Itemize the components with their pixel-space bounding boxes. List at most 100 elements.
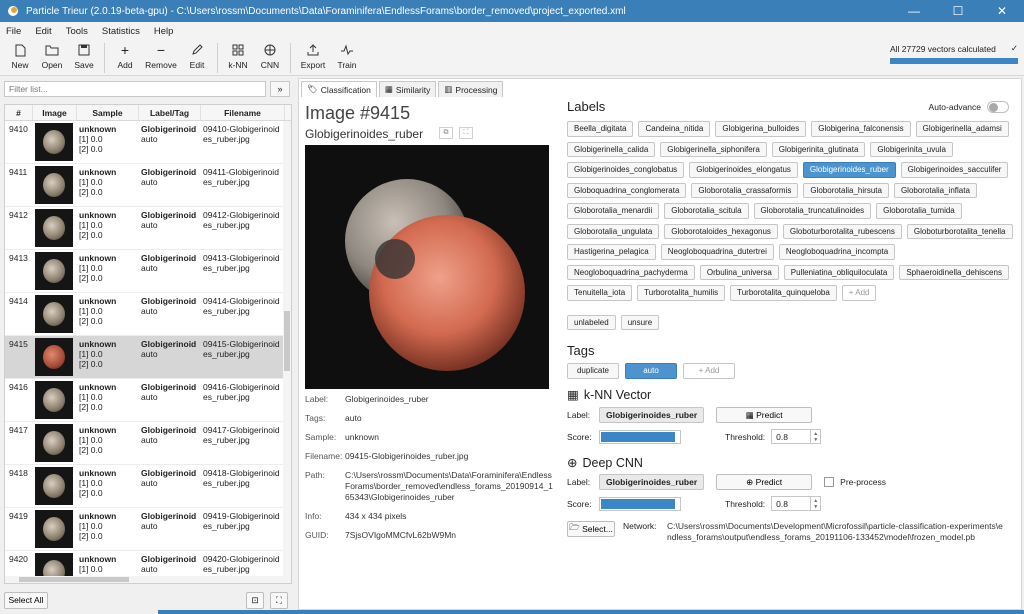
collapse-icon[interactable]: ⊡ <box>246 591 264 609</box>
label-chip[interactable]: Globigerinella_siphonifera <box>660 141 767 157</box>
tab-classification[interactable]: 🏷 Classification <box>301 81 377 97</box>
spinner-arrows-icon[interactable]: ▲ ▼ <box>810 430 820 443</box>
label-chip[interactable]: Globigerina_falconensis <box>811 121 911 137</box>
table-row[interactable]: 9418 unknown [1] 0.0 [2] 0.0 Globigerinoid… <box>5 465 291 508</box>
fullscreen-icon[interactable]: ⛶ <box>459 127 473 139</box>
table-row[interactable]: 9416 unknown [1] 0.0 [2] 0.0 Globigerinoid… <box>5 379 291 422</box>
label-chip[interactable]: Pulleniatina_obliquiloculata <box>783 264 895 280</box>
table-row[interactable]: 9412 unknown [1] 0.0 [2] 0.0 Globigerinoid… <box>5 207 291 250</box>
label-chip[interactable]: Neogloboquadrina_pachyderma <box>567 264 695 280</box>
label-chip-unsure[interactable]: unsure <box>620 314 660 330</box>
label-chip[interactable]: Globorotalia_truncatulinoides <box>753 203 872 219</box>
open-button[interactable]: Open <box>36 43 68 70</box>
label-chip[interactable]: Neogloboquadrina_incompta <box>778 244 896 260</box>
preprocess-checkbox[interactable] <box>824 477 835 487</box>
menu-tools[interactable]: Tools <box>66 26 88 37</box>
train-button[interactable]: Train <box>331 43 363 70</box>
label-chip[interactable]: Neogloboquadrina_dutertrei <box>660 244 774 260</box>
table-row[interactable]: 9413 unknown [1] 0.0 [2] 0.0 Globigerinoid… <box>5 250 291 293</box>
label-chip[interactable]: Globigerinoides_ruber <box>802 162 896 178</box>
table-row[interactable]: 9411 unknown [1] 0.0 [2] 0.0 Globigerinoid… <box>5 164 291 207</box>
label-chip[interactable]: Candeina_nitida <box>638 121 711 137</box>
label-chip[interactable]: Globorotalia_crassaformis <box>691 182 799 198</box>
row-label-tag: Globigerinoid auto <box>141 339 197 359</box>
filter-input[interactable] <box>4 81 266 97</box>
select-all-button[interactable]: Select All <box>4 591 48 609</box>
table-row[interactable]: 9417 unknown [1] 0.0 [2] 0.0 Globigerinoid… <box>5 422 291 465</box>
export-button[interactable]: Export <box>295 43 331 70</box>
minimize-button[interactable]: — <box>892 0 936 22</box>
label-chip[interactable]: Globorotalia_ungulata <box>567 223 660 239</box>
add-button[interactable]: + Add <box>109 42 141 70</box>
label-chip[interactable]: Globorotalia_scitula <box>664 203 749 219</box>
header-filename[interactable]: Filename <box>201 105 285 120</box>
save-button[interactable]: Save <box>68 43 100 70</box>
label-chip[interactable]: Globorotalia_hirsuta <box>803 182 889 198</box>
label-chip[interactable]: Globoturborotalita_rubescens <box>782 223 902 239</box>
header-num[interactable]: # <box>5 105 33 120</box>
select-network-button[interactable]: 🗁 Select... <box>567 521 615 537</box>
label-chip[interactable]: Globoquadrina_conglomerata <box>567 182 687 198</box>
close-button[interactable]: ✕ <box>980 0 1024 22</box>
filter-expand-button[interactable]: » <box>270 81 290 97</box>
label-chip[interactable]: Orbulina_universa <box>699 264 779 280</box>
copy-icon[interactable]: ⧉ <box>439 127 453 139</box>
label-chip[interactable]: Globorotalia_tumida <box>876 203 962 219</box>
knn-heading: ▦ k-NN Vector <box>567 387 651 403</box>
label-chip[interactable]: Tenuitella_iota <box>567 285 633 301</box>
label-chip[interactable]: Globorotaloides_hexagonus <box>664 223 778 239</box>
tab-processing[interactable]: ▥ Processing <box>438 81 504 97</box>
remove-button[interactable]: − Remove <box>141 42 181 70</box>
cnn-predict-button[interactable]: ⊕ Predict <box>716 474 813 490</box>
knn-button[interactable]: k-NN <box>222 43 254 70</box>
header-sample[interactable]: Sample <box>77 105 139 120</box>
label-chip[interactable]: Globorotalia_inflata <box>893 182 977 198</box>
horizontal-scrollbar[interactable] <box>5 576 285 583</box>
maximize-button[interactable]: ☐ <box>936 0 980 22</box>
header-image[interactable]: Image <box>33 105 77 120</box>
label-chip-unlabeled[interactable]: unlabeled <box>567 314 616 330</box>
edit-button[interactable]: Edit <box>181 43 213 70</box>
table-row[interactable]: 9410 unknown [1] 0.0 [2] 0.0 Globigerinoid… <box>5 121 291 164</box>
label-chip[interactable]: Turborotalita_quinqueloba <box>730 285 837 301</box>
row-filename: 09416-Globigerinoid es_ruber.jpg <box>203 382 280 402</box>
knn-threshold-spinner[interactable]: 0.8 ▲ ▼ <box>771 429 822 444</box>
menu-help[interactable]: Help <box>154 26 174 37</box>
label-chip[interactable]: Globigerinita_uvula <box>870 141 953 157</box>
add-label-button[interactable]: + Add <box>841 285 877 301</box>
label-chip[interactable]: Hastigerina_pelagica <box>567 244 656 260</box>
cnn-heading-text: Deep CNN <box>582 455 643 470</box>
label-chip[interactable]: Globoturborotalita_tenella <box>906 223 1013 239</box>
knn-predict-button[interactable]: ▦ Predict <box>716 407 813 423</box>
auto-advance-toggle[interactable] <box>987 101 1009 113</box>
tag-chip-duplicate[interactable]: duplicate <box>567 363 619 379</box>
tab-similarity-label: Similarity <box>395 84 431 95</box>
label-chip[interactable]: Sphaeroidinella_dehiscens <box>899 264 1009 280</box>
table-row[interactable]: 9414 unknown [1] 0.0 [2] 0.0 Globigerinoid… <box>5 293 291 336</box>
label-chip[interactable]: Beella_digitata <box>567 121 634 137</box>
header-label-tag[interactable]: Label/Tag <box>139 105 201 120</box>
label-chip[interactable]: Globorotalia_menardii <box>567 203 660 219</box>
tag-chip-auto[interactable]: auto <box>625 363 677 379</box>
table-row[interactable]: 9415 unknown [1] 0.0 [2] 0.0 Globigerinoid… <box>5 336 291 379</box>
new-button[interactable]: New <box>4 43 36 70</box>
expand-icon[interactable]: ⛶ <box>270 591 288 609</box>
table-row[interactable]: 9419 unknown [1] 0.0 [2] 0.0 Globigerinoid… <box>5 508 291 551</box>
label-chip[interactable]: Globigerinoides_sacculifer <box>900 162 1009 178</box>
menu-statistics[interactable]: Statistics <box>102 26 140 37</box>
vertical-scrollbar[interactable] <box>283 121 291 583</box>
add-tag-button[interactable]: + Add <box>683 363 735 379</box>
label-chip[interactable]: Turborotalita_humilis <box>637 285 726 301</box>
spinner-arrows-icon[interactable]: ▲ ▼ <box>810 497 820 510</box>
label-chip[interactable]: Globigerinoides_conglobatus <box>567 162 685 178</box>
menu-file[interactable]: File <box>6 26 21 37</box>
label-chip[interactable]: Globigerinita_glutinata <box>771 141 866 157</box>
tab-similarity[interactable]: ▦ Similarity <box>378 81 437 97</box>
label-chip[interactable]: Globigerinella_adamsi <box>915 121 1009 137</box>
label-chip[interactable]: Globigerina_bulloides <box>715 121 807 137</box>
menu-edit[interactable]: Edit <box>35 26 51 37</box>
label-chip[interactable]: Globigerinella_calida <box>567 141 656 157</box>
label-chip[interactable]: Globigerinoides_elongatus <box>689 162 798 178</box>
cnn-threshold-spinner[interactable]: 0.8 ▲ ▼ <box>771 496 822 511</box>
cnn-button[interactable]: CNN <box>254 43 286 70</box>
